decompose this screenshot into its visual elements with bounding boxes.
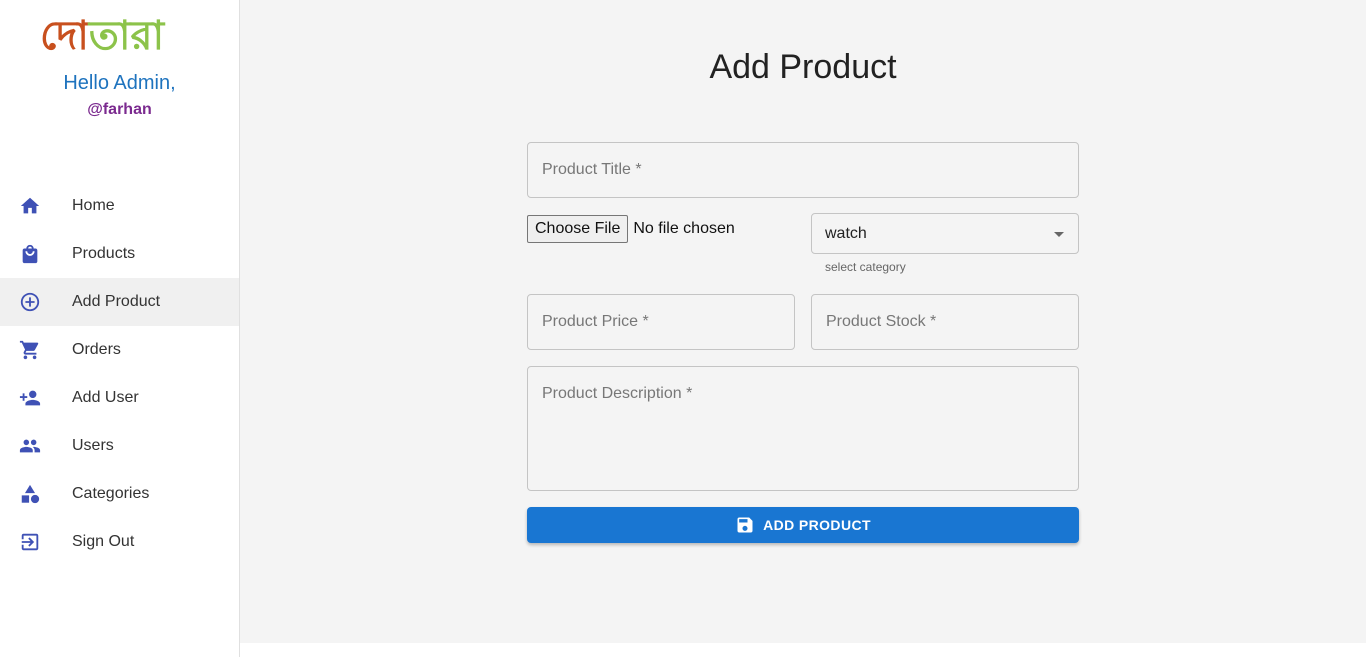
sign-out-icon bbox=[16, 530, 44, 554]
logo-part-1: দো bbox=[40, 12, 89, 59]
file-upload: Choose File No file chosen bbox=[527, 215, 735, 243]
sidebar-item-label: Add Product bbox=[72, 293, 161, 310]
choose-file-button[interactable]: Choose File bbox=[527, 215, 629, 243]
product-price-input[interactable] bbox=[528, 295, 794, 349]
chevron-down-icon bbox=[1054, 232, 1064, 237]
sidebar-item-label: Users bbox=[72, 437, 114, 454]
sidebar-item-sign-out[interactable]: Sign Out bbox=[0, 518, 239, 566]
product-stock-input[interactable] bbox=[812, 295, 1078, 349]
sidebar-item-label: Categories bbox=[72, 485, 150, 502]
greeting-text: Hello Admin, bbox=[63, 72, 176, 94]
product-title-field bbox=[527, 142, 1079, 198]
sidebar-item-home[interactable]: Home bbox=[0, 182, 239, 230]
sidebar-nav: Home Products Add Product Orders Add Use… bbox=[0, 182, 239, 566]
logo-part-2: তারা bbox=[88, 12, 165, 59]
category-select[interactable]: watch bbox=[811, 213, 1079, 254]
product-stock-field bbox=[811, 294, 1079, 350]
people-icon bbox=[16, 434, 44, 458]
sidebar-item-categories[interactable]: Categories bbox=[0, 470, 239, 518]
username: @farhan bbox=[87, 101, 152, 118]
sidebar-item-label: Home bbox=[72, 197, 115, 214]
sidebar-item-products[interactable]: Products bbox=[0, 230, 239, 278]
shopping-bag-icon bbox=[16, 242, 44, 266]
save-icon bbox=[737, 517, 753, 533]
category-icon bbox=[16, 482, 44, 506]
sidebar: দো তারা Hello Admin, @farhan Home Produc… bbox=[0, 0, 240, 657]
sidebar-item-add-product[interactable]: Add Product bbox=[0, 278, 239, 326]
add-circle-icon bbox=[16, 290, 44, 314]
cart-icon bbox=[16, 338, 44, 362]
sidebar-item-label: Products bbox=[72, 245, 136, 262]
add-product-button-label: ADD PRODUCT bbox=[763, 517, 871, 533]
category-value: watch bbox=[825, 224, 867, 242]
sidebar-item-orders[interactable]: Orders bbox=[0, 326, 239, 374]
sidebar-item-add-user[interactable]: Add User bbox=[0, 374, 239, 422]
file-status-text: No file chosen bbox=[633, 220, 735, 237]
category-helper-text: select category bbox=[825, 260, 906, 274]
brand-logo: দো তারা bbox=[40, 10, 185, 58]
main-content: Add Product Choose File No file chosen w… bbox=[240, 0, 1366, 643]
sidebar-item-label: Orders bbox=[72, 341, 121, 358]
page-title: Add Product bbox=[709, 48, 897, 86]
sidebar-item-label: Add User bbox=[72, 389, 139, 406]
sidebar-item-label: Sign Out bbox=[72, 533, 135, 550]
sidebar-item-users[interactable]: Users bbox=[0, 422, 239, 470]
product-price-field bbox=[527, 294, 795, 350]
person-add-icon bbox=[16, 386, 44, 410]
product-description-field bbox=[527, 366, 1079, 491]
product-title-input[interactable] bbox=[528, 143, 1078, 197]
home-icon bbox=[16, 194, 44, 218]
add-product-button[interactable]: ADD PRODUCT bbox=[527, 507, 1079, 543]
product-description-input[interactable] bbox=[528, 367, 1078, 490]
